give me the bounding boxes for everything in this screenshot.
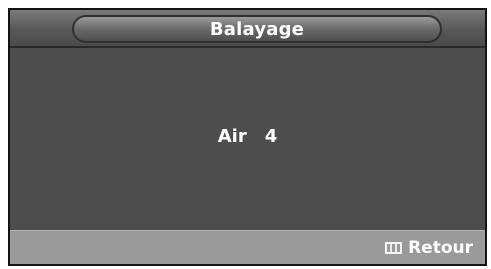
menu-icon [385,242,402,254]
return-label: Retour [408,238,473,258]
title-bar: Balayage [10,10,485,48]
source-label: Air [217,126,247,147]
tv-osd-screen: Balayage Air 4 Retour [0,0,491,269]
channel-number: 4 [264,126,278,147]
osd-window: Balayage Air 4 Retour [8,8,487,266]
scan-content-area: Air 4 [10,48,485,234]
menu-title: Balayage [209,18,305,40]
title-pill: Balayage [72,15,442,43]
return-button[interactable]: Retour [385,238,473,258]
channel-readout: Air 4 [10,126,485,147]
footer-bar: Retour [10,230,485,264]
